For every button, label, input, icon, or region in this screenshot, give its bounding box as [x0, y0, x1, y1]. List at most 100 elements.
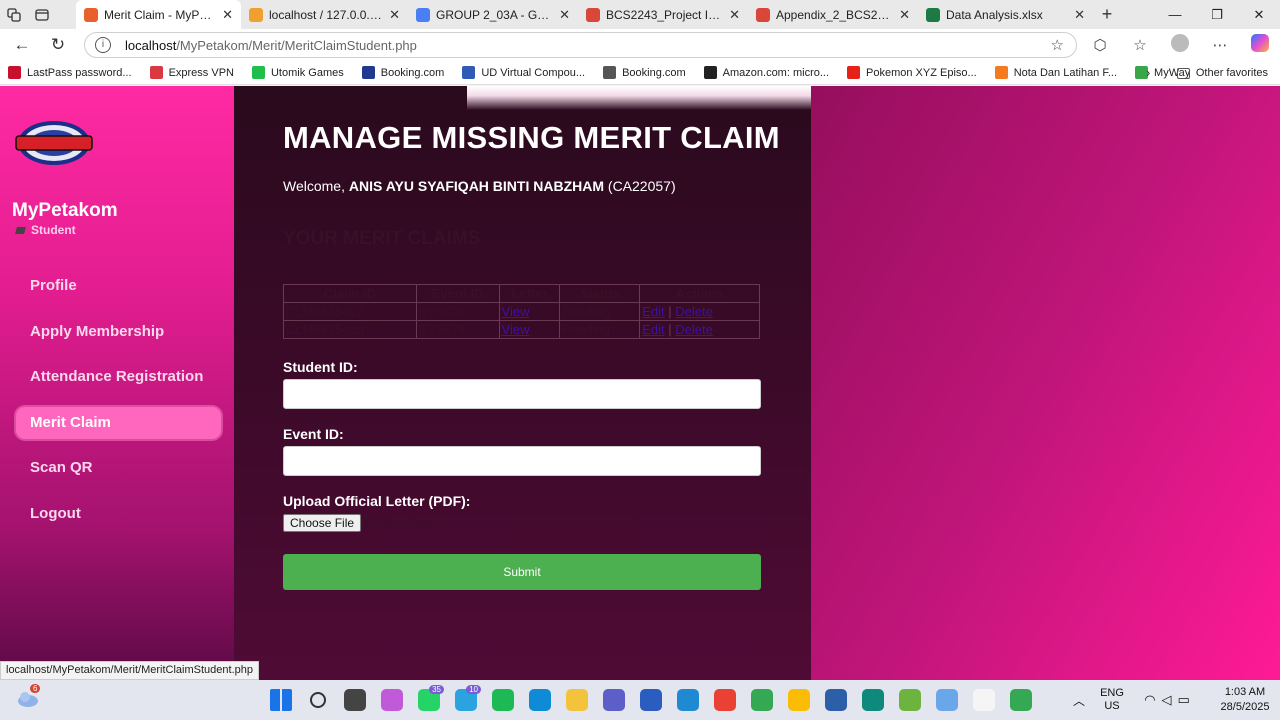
student-id-input[interactable]: [283, 379, 761, 409]
browser-tab[interactable]: Data Analysis.xlsx ✕: [918, 0, 1093, 29]
teams-glyph: [602, 689, 625, 711]
sidebar-item-profile[interactable]: Profile: [16, 270, 221, 302]
tab-close-icon[interactable]: ✕: [729, 7, 740, 23]
taskbar-telegram-icon[interactable]: 10: [447, 680, 484, 720]
taskbar-vscode-icon[interactable]: [669, 680, 706, 720]
status-cell: Pending: [559, 320, 641, 339]
taskbar-teams-icon[interactable]: [595, 680, 632, 720]
tab-close-icon[interactable]: ✕: [899, 7, 910, 23]
view-letter-link[interactable]: View: [502, 322, 530, 337]
sidebar-item-attendance-registration[interactable]: Attendance Registration: [16, 361, 221, 393]
taskbar-search-icon[interactable]: [299, 680, 336, 720]
bookmark-item[interactable]: Pokemon XYZ Episo...: [847, 66, 977, 79]
bookmarks-overflow-chevron-icon[interactable]: ›: [1146, 65, 1150, 80]
column-header: Event ID: [415, 284, 500, 303]
claim-id-cell: CLM6835e2d: [283, 320, 417, 339]
choose-file-button[interactable]: Choose File: [283, 514, 362, 532]
browser-tab[interactable]: GROUP 2_03A - Google Do ✕: [408, 0, 578, 29]
weather-widget[interactable]: 6: [16, 684, 41, 708]
close-window-icon[interactable]: ✕: [1238, 0, 1280, 29]
edit-link[interactable]: Edit: [642, 322, 664, 337]
bookmark-item[interactable]: Utomik Games: [251, 66, 344, 79]
back-button[interactable]: ←: [4, 29, 40, 61]
input-language[interactable]: ENG US: [1094, 687, 1130, 713]
virtualbox-glyph: [824, 689, 847, 711]
sidebar-item-logout[interactable]: Logout: [16, 498, 221, 530]
bookmark-label: Utomik Games: [270, 66, 344, 79]
taskbar-word-icon[interactable]: [632, 680, 669, 720]
sidebar-item-apply-membership[interactable]: Apply Membership: [16, 316, 221, 348]
system-tray-icons[interactable]: ◠◁▭: [1130, 692, 1210, 708]
bookmark-favicon-icon: [462, 66, 476, 79]
workspaces-icon[interactable]: [0, 0, 28, 29]
letter-cell: View: [498, 302, 561, 321]
clock-date: 28/5/2025: [1220, 701, 1270, 713]
other-favorites-folder[interactable]: Other favorites: [1176, 61, 1268, 85]
taskbar-notepad-plus-icon[interactable]: [891, 680, 928, 720]
sidebar-item-scan-qr[interactable]: Scan QR: [16, 452, 221, 484]
favorites-icon[interactable]: ☆: [1120, 36, 1160, 54]
taskbar-spotify-icon[interactable]: [484, 680, 521, 720]
taskbar-edge-icon[interactable]: [521, 680, 558, 720]
taskbar-virtualbox-icon[interactable]: [817, 680, 854, 720]
taskbar-copilot-icon[interactable]: [373, 680, 410, 720]
tab-actions-icon[interactable]: [28, 0, 56, 29]
more-menu-icon[interactable]: ⋯: [1200, 36, 1240, 54]
chrome-profile-4-glyph: [1009, 689, 1032, 711]
tab-close-icon[interactable]: ✕: [389, 7, 400, 23]
sidebar-item-merit-claim[interactable]: Merit Claim: [16, 406, 221, 439]
bookmark-item[interactable]: Express VPN: [149, 66, 234, 79]
taskbar-whatsapp-icon[interactable]: 35: [410, 680, 447, 720]
action-separator: |: [664, 322, 676, 337]
taskbar-windows-start-icon[interactable]: [262, 680, 299, 720]
delete-link[interactable]: Delete: [675, 322, 713, 337]
taskbar-visual-studio-icon[interactable]: [854, 680, 891, 720]
extensions-icon[interactable]: ⬡: [1080, 36, 1120, 54]
browser-tab[interactable]: localhost / 127.0.0.1 / mype ✕: [241, 0, 408, 29]
other-favorites-label: Other favorites: [1195, 67, 1268, 79]
tab-close-icon[interactable]: ✕: [1074, 7, 1085, 23]
bookmark-item[interactable]: UD Virtual Compou...: [462, 66, 585, 79]
favorite-star-icon[interactable]: ☆: [1051, 36, 1064, 54]
taskbar-app-diamond-icon[interactable]: [928, 680, 965, 720]
maximize-icon[interactable]: ❐: [1196, 0, 1238, 29]
submit-button[interactable]: Submit: [283, 554, 761, 590]
taskbar-chrome-profile-4-icon[interactable]: [1002, 680, 1039, 720]
profile-avatar[interactable]: [1160, 34, 1200, 56]
taskbar-chrome-profile-3-icon[interactable]: [780, 680, 817, 720]
clock[interactable]: 1:03 AM 28/5/2025: [1210, 685, 1280, 715]
upload-letter-label: Upload Official Letter (PDF):: [283, 493, 471, 509]
event-id-cell: EV5678: [415, 320, 500, 339]
no-file-text: No file chosen: [365, 516, 442, 530]
view-letter-link[interactable]: View: [502, 304, 530, 319]
taskbar-chrome-icon[interactable]: [706, 680, 743, 720]
user-id: (CA22057): [604, 178, 676, 194]
site-info-icon[interactable]: i: [95, 37, 111, 53]
browser-tab[interactable]: BCS2243_Project Instructio ✕: [578, 0, 748, 29]
windows-start-glyph: [269, 689, 292, 711]
tab-close-icon[interactable]: ✕: [222, 7, 233, 23]
edit-link[interactable]: Edit: [642, 304, 664, 319]
browser-tab[interactable]: Merit Claim - MyPetakom ✕: [76, 0, 241, 29]
bookmark-item[interactable]: LastPass password...: [8, 66, 132, 79]
bookmark-item[interactable]: Booking.com: [361, 66, 444, 79]
tab-close-icon[interactable]: ✕: [559, 7, 570, 23]
copilot-icon[interactable]: [1240, 34, 1280, 56]
refresh-button[interactable]: ↻: [40, 29, 76, 61]
url-input[interactable]: i localhost/MyPetakom/Merit/MeritClaimSt…: [84, 32, 1077, 58]
table-header-row: Claim ID Event ID Letter Status Actions: [283, 284, 760, 303]
bookmark-item[interactable]: Amazon.com: micro...: [703, 66, 829, 79]
bookmark-item[interactable]: Booking.com: [603, 66, 686, 79]
taskbar-blank-file-icon[interactable]: [965, 680, 1002, 720]
minimize-icon[interactable]: —: [1154, 0, 1196, 29]
taskbar-chrome-profile-2-icon[interactable]: [743, 680, 780, 720]
taskbar-task-view-icon[interactable]: [336, 680, 373, 720]
bookmark-item[interactable]: Nota Dan Latihan F...: [994, 66, 1117, 79]
event-id-input[interactable]: [283, 446, 761, 476]
delete-link[interactable]: Delete: [675, 304, 713, 319]
tab-label: BCS2243_Project Instructio: [606, 7, 723, 22]
taskbar-file-explorer-icon[interactable]: [558, 680, 595, 720]
browser-tab[interactable]: Appendix_2_BCS2243_Web ✕: [748, 0, 918, 29]
new-tab-button[interactable]: +: [1093, 4, 1121, 25]
show-hidden-icons-chevron-icon[interactable]: ︿: [1064, 692, 1094, 709]
